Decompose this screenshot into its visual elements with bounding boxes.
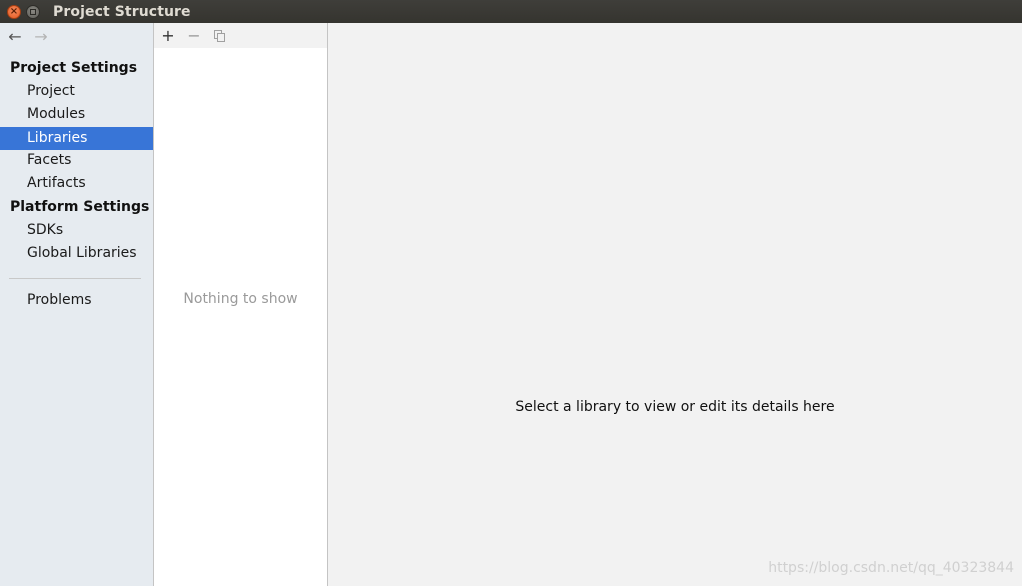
list-toolbar: + − — [154, 23, 327, 48]
minimize-icon — [30, 8, 36, 15]
sidebar-divider — [9, 278, 141, 279]
sidebar-item-modules[interactable]: Modules — [0, 103, 153, 126]
sidebar-item-problems[interactable]: Problems — [0, 289, 153, 312]
watermark-text: https://blog.csdn.net/qq_40323844 — [768, 560, 1014, 576]
history-navigation: ← → — [6, 28, 50, 46]
sidebar-item-sdks[interactable]: SDKs — [0, 219, 153, 242]
copy-glyph — [214, 29, 226, 42]
sidebar-item-artifacts[interactable]: Artifacts — [0, 172, 153, 195]
detail-placeholder-text: Select a library to view or edit its det… — [515, 399, 835, 415]
title-bar[interactable]: × Project Structure — [0, 0, 1022, 23]
sidebar-item-global-libraries[interactable]: Global Libraries — [0, 242, 153, 265]
library-list-panel: + − Nothing to show — [154, 23, 328, 586]
project-settings-header: Project Settings — [10, 60, 138, 76]
project-structure-window: × Project Structure ← → Project Settings… — [0, 0, 1022, 586]
copy-icon[interactable] — [212, 28, 228, 44]
remove-icon[interactable]: − — [186, 27, 202, 44]
platform-settings-header: Platform Settings — [10, 199, 150, 215]
sidebar-item-facets[interactable]: Facets — [0, 149, 153, 172]
close-icon: × — [9, 5, 19, 17]
sidebar-item-project[interactable]: Project — [0, 80, 153, 103]
minimize-window-button[interactable] — [26, 4, 40, 19]
forward-arrow-icon[interactable]: → — [32, 28, 50, 46]
sidebar-item-libraries[interactable]: Libraries — [0, 127, 153, 150]
settings-sidebar: ← → Project Settings Project Modules Lib… — [0, 23, 154, 586]
empty-list-text: Nothing to show — [183, 291, 298, 307]
library-detail-panel: Select a library to view or edit its det… — [328, 23, 1022, 586]
window-title: Project Structure — [53, 3, 191, 20]
add-icon[interactable]: + — [160, 27, 176, 44]
back-arrow-icon[interactable]: ← — [6, 28, 24, 46]
close-window-button[interactable]: × — [7, 4, 21, 19]
